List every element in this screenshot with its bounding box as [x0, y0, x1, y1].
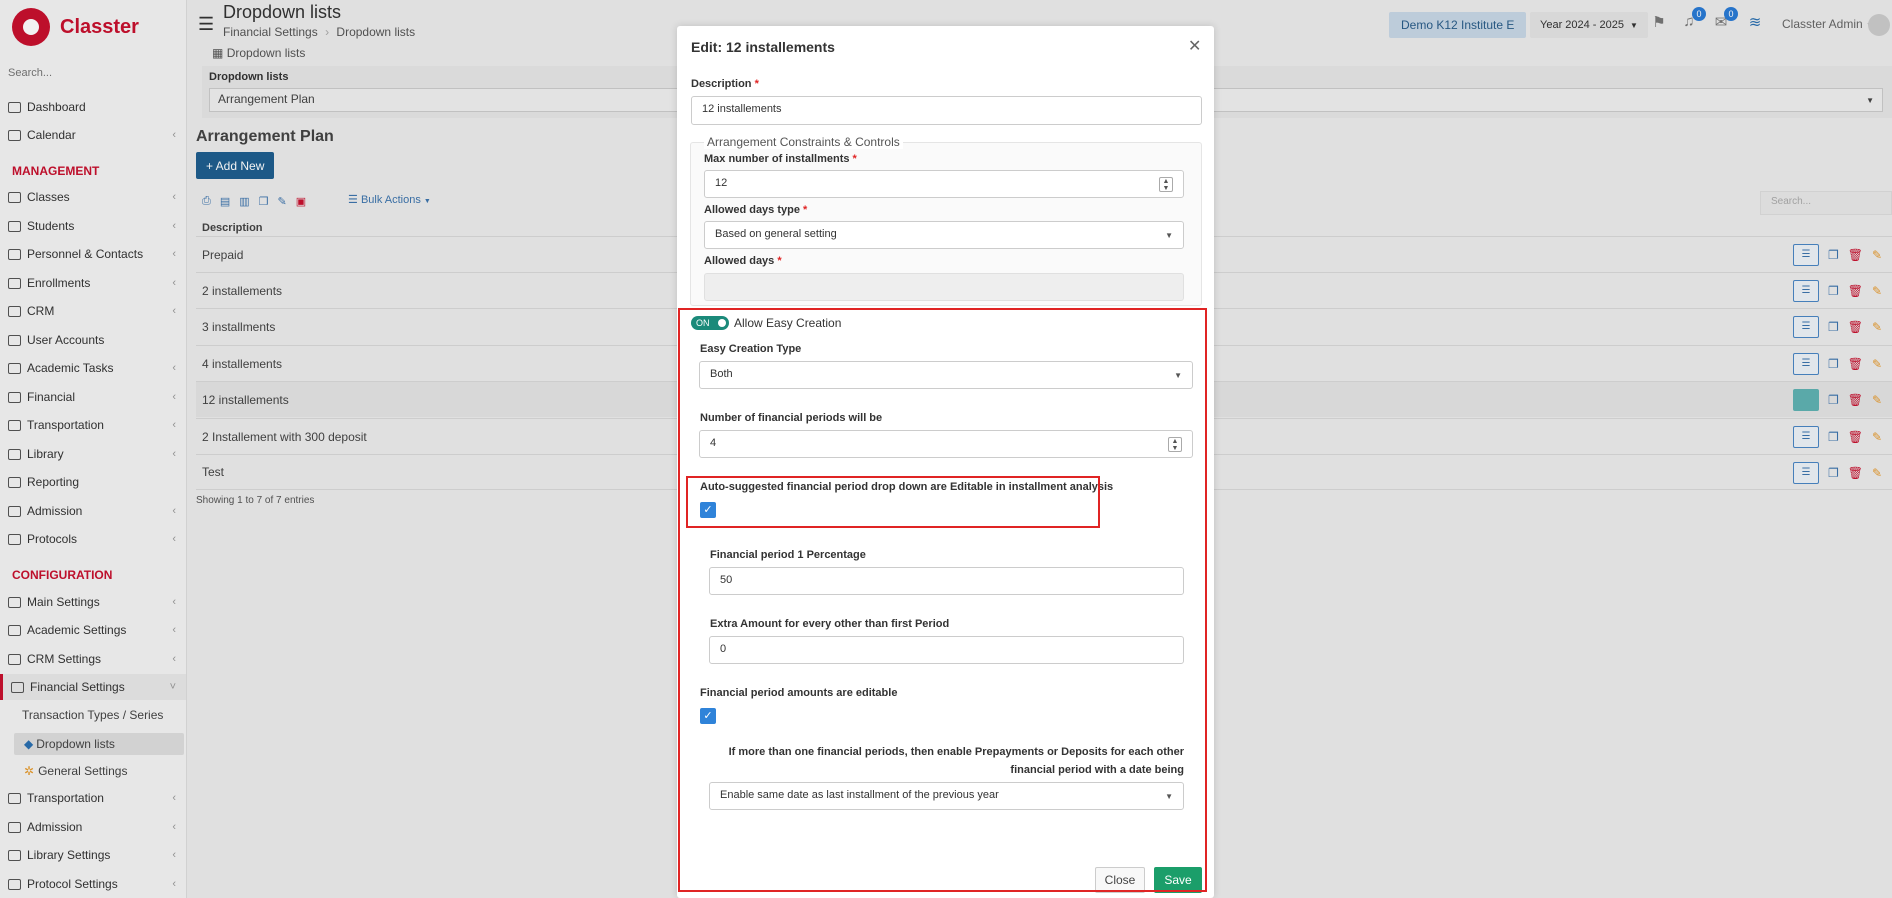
fieldset-legend: Arrangement Constraints & Controls [704, 135, 903, 149]
max-installments-label: Max number of installments * [704, 153, 857, 165]
highlight-box-autosuggest [686, 476, 1100, 528]
description-label: Description * [691, 78, 759, 90]
allowed-days-label: Allowed days * [704, 255, 782, 267]
description-input[interactable]: 12 installements [691, 96, 1202, 125]
allowed-days-type-select[interactable]: Based on general setting ▼ [704, 221, 1184, 249]
max-installments-input[interactable]: 12 ▲ ▼ [704, 170, 1184, 198]
allowed-days-input [704, 273, 1184, 301]
stepper-icon[interactable]: ▲ ▼ [1159, 177, 1173, 192]
caret-down-icon: ▼ [1165, 231, 1173, 240]
modal-title: Edit: 12 installements [691, 39, 835, 55]
highlight-box-easy-creation [678, 308, 1207, 892]
close-icon[interactable]: ✕ [1188, 36, 1201, 56]
allowed-days-type-label: Allowed days type * [704, 204, 808, 216]
